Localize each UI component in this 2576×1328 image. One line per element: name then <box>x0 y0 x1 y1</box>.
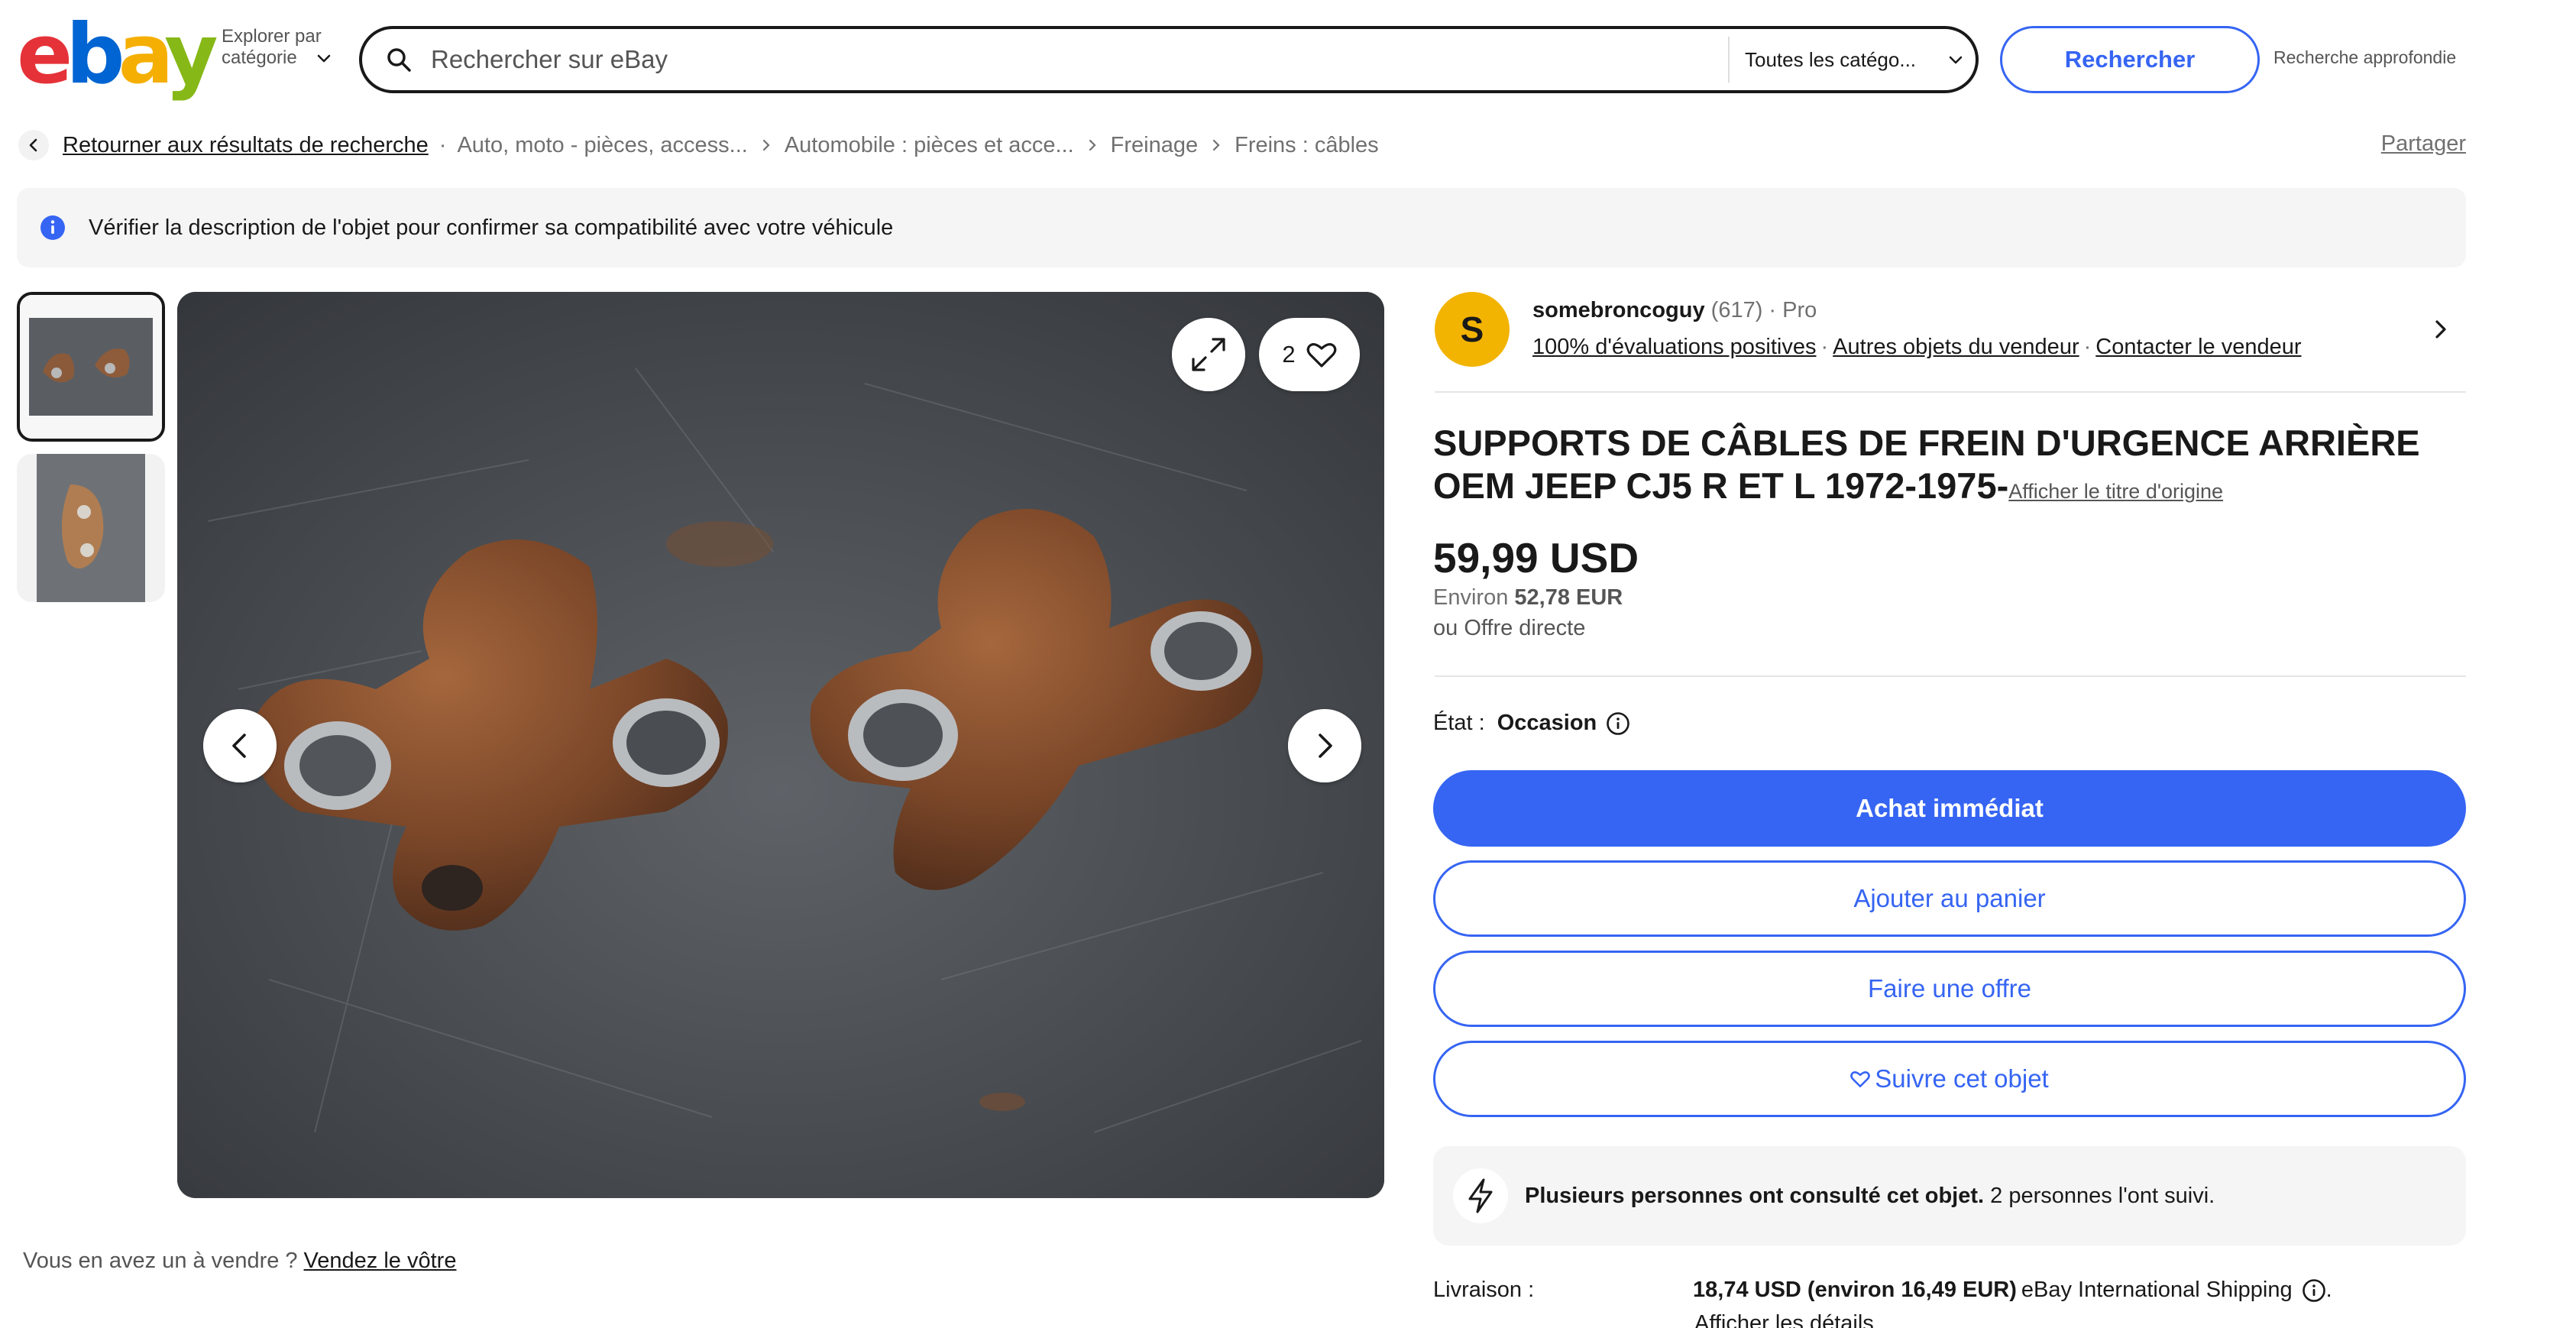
thumbnail-1[interactable] <box>17 292 165 442</box>
approx-prefix: Environ <box>1433 585 1509 610</box>
category-select[interactable]: Toutes les catégo... <box>1745 29 1974 90</box>
heart-icon <box>1850 1070 1871 1088</box>
info-icon <box>40 215 65 240</box>
logo-letter-y: y <box>164 7 218 102</box>
shipping-label: Livraison : <box>1433 1278 1535 1302</box>
add-to-cart-button[interactable]: Ajouter au panier <box>1433 860 2466 937</box>
watch-item-button[interactable]: Suivre cet objet <box>1433 1041 2466 1117</box>
item-title-text: SUPPORTS DE CÂBLES DE FREIN D'URGENCE AR… <box>1433 423 2420 506</box>
watch-item-label: Suivre cet objet <box>1875 1064 2049 1093</box>
shipping-details-link[interactable]: Afficher les détails <box>1694 1311 1874 1328</box>
seller-dot: · <box>2083 335 2092 359</box>
logo-letter-a: a <box>118 7 171 102</box>
product-photo <box>177 292 1384 1198</box>
compatibility-banner: Vérifier la description de l'objet pour … <box>17 188 2466 267</box>
shipping-suffix: . <box>2325 1278 2332 1302</box>
breadcrumb-item[interactable]: Freins : câbles <box>1235 133 1379 158</box>
seller-links: 100% d'évaluations positives · Autres obje… <box>1532 335 2302 360</box>
contact-seller-link[interactable]: Contacter le vendeur <box>2095 335 2301 359</box>
item-condition: État : Occasion <box>1433 711 1630 736</box>
back-arrow-icon[interactable] <box>18 130 49 160</box>
popularity-bold: Plusieurs personnes ont consulté cet obj… <box>1525 1183 1985 1208</box>
thumbnail-1-image <box>20 295 162 439</box>
lightning-icon <box>1453 1168 1508 1223</box>
shipping-cost: 18,74 USD (environ 16,49 EUR) <box>1693 1278 2017 1302</box>
breadcrumb: Retourner aux résultats de recherche · A… <box>63 130 1379 160</box>
share-link[interactable]: Partager <box>2381 131 2466 157</box>
chevron-down-icon <box>1949 56 1963 64</box>
breadcrumb-dot: · <box>439 132 447 157</box>
seller-dot: · <box>1769 298 1777 322</box>
expand-icon[interactable] <box>1172 318 1245 391</box>
chevron-right-icon <box>762 139 770 151</box>
condition-value: Occasion <box>1497 711 1597 735</box>
sell-yours-link[interactable]: Vendez le vôtre <box>304 1249 457 1273</box>
logo-letter-e: e <box>17 7 73 102</box>
breadcrumb-item[interactable]: Automobile : pièces et acce... <box>785 133 1074 158</box>
category-select-label: Toutes les catégo... <box>1745 47 1917 71</box>
back-to-results-link[interactable]: Retourner aux résultats de recherche <box>63 133 429 158</box>
approx-price: Environ 52,78 EUR <box>1433 585 1623 611</box>
main-product-image[interactable] <box>177 292 1384 1198</box>
seller-positive-feedback-link[interactable]: 100% d'évaluations positives <box>1532 335 1817 359</box>
make-offer-button[interactable]: Faire une offre <box>1433 951 2466 1027</box>
search-button[interactable]: Rechercher <box>2000 26 2260 93</box>
seller-type: Pro <box>1782 298 1817 322</box>
seller-dot: · <box>1820 335 1829 359</box>
search-icon <box>387 48 411 72</box>
thumbnail-2-image <box>17 454 165 602</box>
seller-avatar[interactable]: S <box>1435 292 1510 367</box>
shipping-value: 18,74 USD (environ 16,49 EUR) eBay Inter… <box>1693 1278 2332 1303</box>
shipping-service: eBay International Shipping <box>2021 1278 2293 1302</box>
thumbnail-2[interactable] <box>17 454 165 602</box>
ebay-logo[interactable]: ebay <box>17 14 218 96</box>
previous-image-arrow-icon[interactable] <box>203 709 277 782</box>
advanced-search-link[interactable]: Recherche approfondie <box>2273 47 2456 68</box>
info-icon[interactable] <box>1606 711 1630 736</box>
seller-info: somebroncoguy (617) · Pro <box>1532 298 1817 323</box>
search-input[interactable] <box>431 37 1615 83</box>
item-price: 59,99 USD <box>1433 534 1639 581</box>
chevron-right-icon <box>1213 139 1220 151</box>
popularity-rest: 2 personnes l'ont suivi. <box>1990 1183 2215 1208</box>
info-icon[interactable] <box>2302 1278 2326 1303</box>
explore-label: Explorer par catégorie <box>222 26 322 68</box>
compatibility-banner-text: Vérifier la description de l'objet pour … <box>89 215 894 240</box>
breadcrumb-item[interactable]: Freinage <box>1111 133 1198 158</box>
chevron-right-icon <box>1089 139 1096 151</box>
popularity-text: Plusieurs personnes ont consulté cet obj… <box>1525 1184 2215 1209</box>
chevron-down-icon <box>317 54 331 63</box>
condition-label: État : <box>1433 711 1485 735</box>
sell-question: Vous en avez un à vendre ? <box>23 1249 298 1273</box>
divider <box>1435 675 2466 677</box>
divider <box>1435 391 2466 393</box>
best-offer-note: ou Offre directe <box>1433 616 1586 640</box>
sell-yours-line: Vous en avez un à vendre ? Vendez le vôtr… <box>23 1249 456 1274</box>
chevron-right-icon[interactable] <box>2428 316 2454 342</box>
search-bar: Toutes les catégo... <box>359 26 1979 93</box>
search-divider <box>1728 37 1730 83</box>
approx-value: 52,78 EUR <box>1514 585 1623 610</box>
watch-count: 2 <box>1282 341 1296 368</box>
seller-other-items-link[interactable]: Autres objets du vendeur <box>1833 335 2079 359</box>
next-image-arrow-icon[interactable] <box>1288 709 1361 782</box>
popularity-notice: Plusieurs personnes ont consulté cet obj… <box>1433 1146 2466 1245</box>
heart-icon <box>1306 343 1336 368</box>
seller-name-link[interactable]: somebroncoguy <box>1532 298 1705 322</box>
logo-letter-b: b <box>66 7 125 102</box>
watch-count-button[interactable]: 2 <box>1259 318 1360 391</box>
buy-now-button[interactable]: Achat immédiat <box>1433 770 2466 847</box>
seller-feedback-count: (617) <box>1710 298 1763 322</box>
breadcrumb-item[interactable]: Auto, moto - pièces, access... <box>457 133 747 158</box>
show-original-title-link[interactable]: Afficher le titre d'origine <box>2008 480 2223 503</box>
item-title: SUPPORTS DE CÂBLES DE FREIN D'URGENCE AR… <box>1433 422 2472 513</box>
